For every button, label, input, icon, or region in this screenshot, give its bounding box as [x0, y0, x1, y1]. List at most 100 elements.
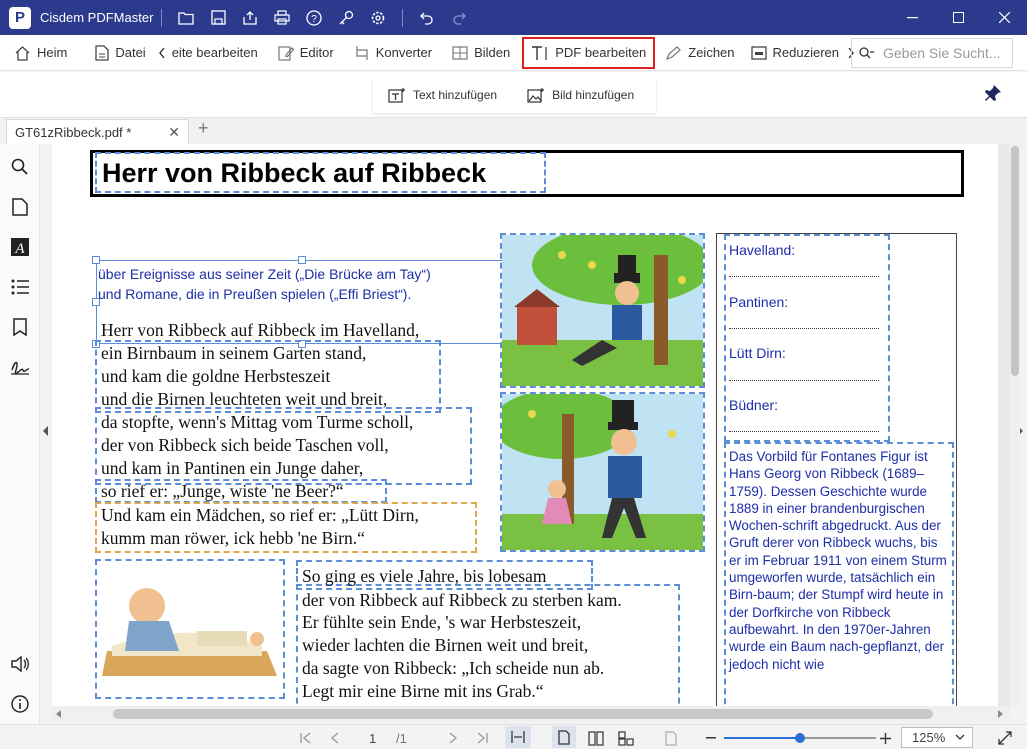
zoom-level-select[interactable]: 125% — [901, 727, 973, 748]
field-label: Havelland: — [729, 242, 796, 258]
field-blank[interactable] — [729, 380, 879, 381]
intro-paragraph: über Ereignisse aus seiner Zeit („Die Br… — [98, 264, 431, 304]
maximize-icon[interactable] — [935, 0, 981, 35]
horizontal-scroll-thumb[interactable] — [113, 709, 933, 719]
menu-draw[interactable]: Zeichen — [659, 35, 740, 71]
pen-icon — [666, 45, 682, 60]
resize-handle[interactable] — [298, 256, 306, 264]
previous-page-icon[interactable] — [330, 729, 340, 747]
menu-file-label: Datei — [115, 45, 146, 60]
menu-edit-pdf[interactable]: PDF bearbeiten — [522, 36, 656, 69]
home-icon — [15, 45, 30, 61]
menu-converter-label: Konverter — [375, 45, 433, 60]
continuous-scroll-icon[interactable] — [618, 729, 634, 747]
zoom-out-icon[interactable] — [706, 729, 716, 747]
poem-line: und kam in Pantinen ein Junge daher, — [101, 458, 364, 478]
illustration-ribbeck-tree[interactable] — [500, 233, 705, 388]
collapse-left-panel-icon[interactable] — [43, 426, 48, 436]
search-box[interactable] — [851, 38, 1013, 68]
document-icon[interactable] — [665, 729, 677, 747]
page-thumbnail-icon[interactable] — [10, 197, 30, 217]
vertical-scrollbar[interactable] — [1010, 144, 1020, 706]
intro-line: und Romane, die in Preußen spielen („Eff… — [98, 286, 412, 302]
poem-line: kumm man röwer, ick hebb 'ne Birn.“ — [101, 528, 365, 548]
poem-line: Er fühlte sein Ende, 's war Herbsteszeit… — [302, 612, 582, 632]
fullscreen-icon[interactable] — [998, 729, 1012, 747]
text-cursor-icon — [532, 45, 547, 60]
signature-icon[interactable] — [10, 357, 30, 377]
poem-line: ein Birnbaum in seinem Garten stand, — [101, 343, 367, 363]
search-input[interactable] — [883, 45, 1009, 61]
poem-line: da sagte von Ribbeck: „Ich scheide nun a… — [302, 658, 605, 678]
chevron-left-icon — [158, 47, 165, 58]
scroll-left-icon[interactable] — [56, 710, 62, 718]
single-page-icon[interactable] — [552, 726, 576, 748]
menu-images[interactable]: Bilden — [446, 35, 516, 71]
scroll-right-icon[interactable] — [998, 710, 1004, 718]
next-page-icon[interactable] — [448, 729, 458, 747]
menu-file[interactable]: Datei — [89, 35, 151, 71]
vertical-scroll-thumb[interactable] — [1011, 146, 1019, 376]
pin-icon[interactable] — [984, 84, 1002, 105]
menu-edit-pages[interactable]: eite bearbeiten — [152, 35, 264, 71]
menu-converter[interactable]: Konverter — [348, 35, 438, 71]
poem-line: da stopfte, wenn's Mittag vom Turme scho… — [101, 412, 414, 432]
poem-line: Herr von Ribbeck auf Ribbeck im Havellan… — [101, 320, 420, 340]
minimize-icon[interactable] — [889, 0, 935, 35]
close-icon[interactable] — [981, 0, 1027, 35]
settings-icon[interactable] — [362, 0, 394, 35]
undo-icon[interactable] — [411, 0, 443, 35]
poem-line: der von Ribbeck auf Ribbeck zu sterben k… — [302, 590, 622, 610]
zoom-slider-knob[interactable] — [795, 733, 805, 743]
outline-list-icon[interactable] — [10, 277, 30, 297]
share-icon[interactable] — [234, 0, 266, 35]
redo-icon[interactable] — [443, 0, 475, 35]
menu-edit-pdf-label: PDF bearbeiten — [555, 45, 647, 60]
add-image-button[interactable]: Bild hinzufügen — [512, 77, 649, 113]
add-text-button[interactable]: Text hinzufügen — [373, 77, 512, 113]
bookmark-icon[interactable] — [10, 317, 30, 337]
menu-images-label: Bilden — [474, 45, 511, 60]
field-blank[interactable] — [729, 276, 879, 277]
illustration-ribbeck-bed[interactable] — [95, 559, 285, 699]
zoom-slider-fill — [724, 737, 800, 739]
horizontal-scrollbar[interactable] — [52, 706, 1010, 722]
two-page-icon[interactable] — [588, 729, 604, 747]
search-icon[interactable] — [10, 157, 30, 177]
menu-reduce[interactable]: Reduzieren — [745, 35, 846, 71]
illustration-ribbeck-girl[interactable] — [500, 392, 705, 552]
open-folder-icon[interactable] — [170, 0, 202, 35]
menu-home[interactable]: Heim — [8, 35, 73, 71]
poem-line: und kam die goldne Herbsteszeit — [101, 366, 331, 386]
zoom-in-icon[interactable] — [880, 729, 891, 747]
field-blank[interactable] — [729, 328, 879, 329]
last-page-icon[interactable] — [476, 729, 488, 747]
key-icon[interactable] — [330, 0, 362, 35]
info-text: Das Vorbild für Fontanes Figur ist Hans … — [729, 449, 947, 672]
resize-handle[interactable] — [92, 256, 100, 264]
main-menu-bar: Heim Datei eite bearbeiten Editor Konver… — [0, 35, 1027, 71]
fit-width-icon[interactable] — [505, 726, 531, 748]
save-icon[interactable] — [202, 0, 234, 35]
menu-editor-label: Editor — [299, 45, 334, 60]
help-icon[interactable]: ? — [298, 0, 330, 35]
app-title: Cisdem PDFMaster — [40, 10, 154, 25]
font-icon[interactable]: A — [10, 237, 30, 257]
first-page-icon[interactable] — [300, 729, 312, 747]
field-blank[interactable] — [729, 431, 879, 432]
tab-close-icon[interactable]: ✕ — [168, 124, 180, 141]
pdf-page: Herr von Ribbeck auf Ribbeck über Ereign… — [52, 144, 998, 706]
document-tab[interactable]: GT61zRibbeck.pdf * ✕ — [6, 119, 189, 144]
field-label: Büdner: — [729, 397, 779, 413]
menu-editor[interactable]: Editor — [272, 35, 340, 71]
file-icon — [95, 44, 109, 61]
print-icon[interactable] — [266, 0, 298, 35]
menu-draw-label: Zeichen — [688, 45, 735, 60]
info-icon[interactable] — [10, 694, 30, 714]
add-tab-icon[interactable]: + — [198, 118, 209, 139]
page-number-current[interactable]: 1 — [369, 729, 376, 747]
compress-icon — [750, 45, 767, 60]
zoom-slider[interactable] — [724, 733, 876, 743]
poem-line: der von Ribbeck sich beide Taschen voll, — [101, 435, 389, 455]
read-aloud-icon[interactable] — [10, 654, 30, 674]
